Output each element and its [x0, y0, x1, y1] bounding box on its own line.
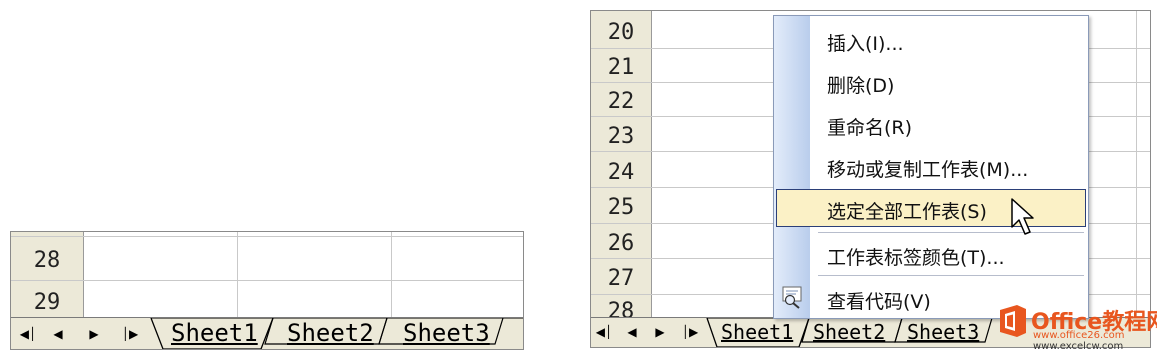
first-sheet-icon[interactable]: ◀│ — [15, 324, 41, 344]
next-sheet-icon[interactable]: ▶ — [81, 324, 107, 344]
tab-label: Sheet1 — [171, 319, 258, 347]
sheet-tab-sheet3[interactable]: Sheet3 — [403, 319, 490, 347]
prev-sheet-icon[interactable]: ◀ — [619, 322, 645, 342]
left-sheet-panel: 28 29 ◀│ ◀ ▶ │▶ Sheet1 Sheet2 Sheet3 — [10, 231, 524, 350]
tab-label: Sheet1 — [721, 320, 794, 344]
row-number[interactable]: 20 — [591, 20, 651, 45]
row-number[interactable]: 22 — [591, 89, 651, 114]
menu-item-tab-color[interactable]: 工作表标签颜色(T)... — [774, 234, 1088, 274]
menu-item-label: 插入(I)... — [827, 33, 904, 55]
menu-separator — [818, 275, 1084, 276]
sheet-tab-sheet2[interactable]: Sheet2 — [287, 319, 374, 347]
menu-item-delete[interactable]: 删除(D) — [774, 62, 1088, 102]
menu-item-label: 工作表标签颜色(T)... — [827, 247, 1005, 269]
row-number[interactable]: 26 — [591, 231, 651, 256]
menu-item-select-all-sheets[interactable]: 选定全部工作表(S) — [774, 188, 1088, 228]
menu-item-label: 重命名(R) — [827, 117, 913, 139]
tab-label: Sheet2 — [813, 320, 886, 344]
row-number[interactable]: 29 — [11, 290, 83, 315]
last-sheet-icon[interactable]: │▶ — [117, 324, 143, 344]
menu-separator — [818, 232, 1084, 233]
grid-line — [11, 280, 523, 281]
menu-item-move-copy[interactable]: 移动或复制工作表(M)... — [774, 146, 1088, 186]
row-number[interactable]: 23 — [591, 124, 651, 149]
watermark-url: www.office26.com — [1033, 330, 1125, 341]
view-code-icon — [782, 286, 802, 309]
watermark-url-secondary: www.excelcw.com — [1033, 341, 1124, 352]
grid-line — [391, 232, 392, 317]
mouse-cursor-icon — [1011, 198, 1034, 235]
menu-item-rename[interactable]: 重命名(R) — [774, 104, 1088, 144]
menu-item-insert[interactable]: 插入(I)... — [774, 20, 1088, 60]
grid-line — [237, 232, 238, 317]
sheet-tab-sheet1[interactable]: Sheet1 — [721, 320, 793, 344]
sheet-tab-bar: ◀│ ◀ ▶ │▶ Sheet1 Sheet2 Sheet3 — [11, 317, 523, 349]
prev-sheet-icon[interactable]: ◀ — [45, 324, 71, 344]
tab-label: Sheet3 — [907, 320, 980, 344]
menu-item-label: 移动或复制工作表(M)... — [827, 159, 1029, 181]
menu-item-label: 查看代码(V) — [827, 291, 931, 313]
grid-line — [11, 236, 523, 237]
next-sheet-icon[interactable]: ▶ — [647, 322, 673, 342]
menu-item-label: 选定全部工作表(S) — [827, 201, 987, 223]
row-number[interactable]: 25 — [591, 195, 651, 220]
office-logo-icon — [1000, 305, 1026, 337]
row-number[interactable]: 27 — [591, 266, 651, 291]
sheet-tab-context-menu: 插入(I)... 删除(D) 重命名(R) 移动或复制工作表(M)... 选定全… — [773, 15, 1089, 319]
row-number[interactable]: 21 — [591, 55, 651, 80]
first-sheet-icon[interactable]: ◀│ — [591, 322, 617, 342]
watermark-logo: Office教程网 www.office26.com www.excelcw.c… — [993, 300, 1157, 352]
last-sheet-icon[interactable]: │▶ — [677, 322, 703, 342]
sheet-tab-sheet3[interactable]: Sheet3 — [907, 320, 979, 344]
sheet-tab-sheet1[interactable]: Sheet1 — [171, 319, 258, 347]
row-number[interactable]: 24 — [591, 160, 651, 185]
grid-line — [1136, 11, 1137, 317]
tab-label: Sheet3 — [403, 319, 490, 347]
row-number[interactable]: 28 — [11, 248, 83, 273]
sheet-tab-sheet2[interactable]: Sheet2 — [813, 320, 885, 344]
menu-item-label: 删除(D) — [827, 75, 895, 97]
tab-label: Sheet2 — [287, 319, 374, 347]
